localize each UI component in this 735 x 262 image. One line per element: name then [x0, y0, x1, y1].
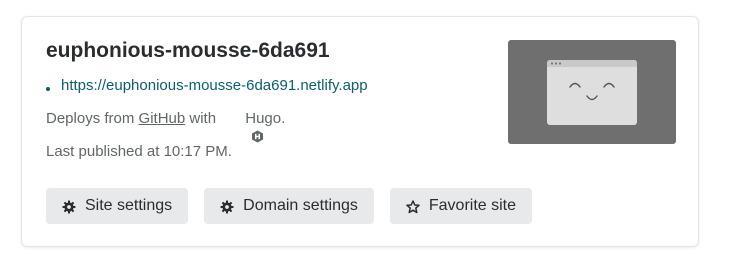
deploy-prefix: Deploys from — [46, 110, 139, 127]
site-name[interactable]: euphonious-mousse-6da691 — [46, 39, 330, 63]
site-url-link[interactable]: https://euphonious-mousse-6da691.netlify… — [61, 77, 368, 94]
deploy-framework: Hugo — [245, 110, 282, 127]
last-published: Last published at 10:17 PM. — [46, 143, 232, 160]
site-preview-thumbnail[interactable] — [508, 40, 676, 144]
favorite-site-label: Favorite site — [428, 197, 517, 214]
status-dot-icon — [46, 86, 50, 91]
site-settings-button[interactable]: Site settings — [46, 188, 189, 224]
site-url-row: https://euphonious-mousse-6da691.netlify… — [46, 77, 368, 94]
favorite-site-button[interactable]: Favorite site — [389, 188, 533, 224]
site-settings-label: Site settings — [85, 197, 173, 214]
github-link[interactable]: GitHub — [139, 110, 186, 127]
deploy-suffix: . — [281, 110, 286, 127]
hugo-icon — [226, 113, 264, 143]
deploy-info: Deploys from GitHub with Hugo. — [46, 110, 286, 143]
action-buttons: Site settings Domain settings Favorite s… — [46, 188, 533, 224]
domain-settings-button[interactable]: Domain settings — [204, 188, 374, 224]
star-outline-icon — [406, 200, 420, 214]
site-card: euphonious-mousse-6da691 https://euphoni… — [21, 16, 699, 247]
gear-icon — [220, 200, 234, 214]
gear-icon — [62, 200, 76, 214]
deploy-with: with — [185, 110, 221, 127]
domain-settings-label: Domain settings — [243, 197, 358, 214]
browser-smiley-icon — [547, 60, 637, 125]
